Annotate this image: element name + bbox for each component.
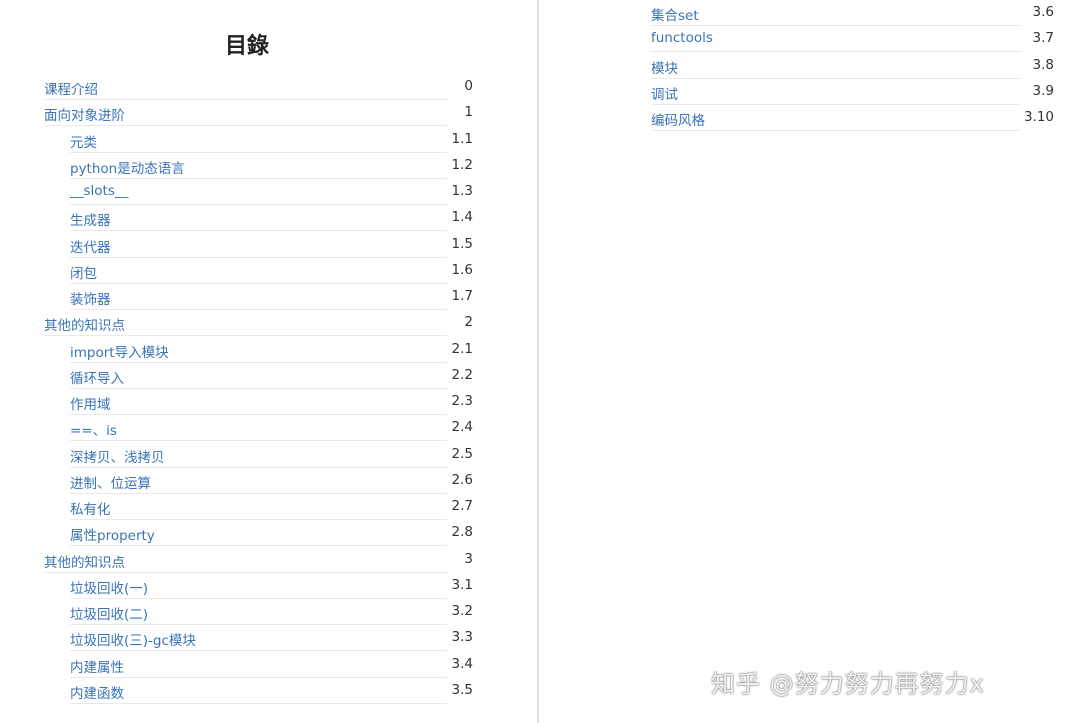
toc-entry[interactable]: __slots__ 1.3: [70, 179, 473, 205]
toc-entry-label[interactable]: 编码风格: [651, 109, 705, 129]
toc-entry-label[interactable]: 课程介绍: [44, 78, 98, 98]
toc-entry-number: 2.1: [451, 340, 473, 357]
toc-entry-label[interactable]: 元类: [70, 131, 97, 151]
toc-entry-label[interactable]: 循环导入: [70, 367, 124, 387]
toc-entry[interactable]: 迭代器 1.5: [70, 232, 473, 258]
toc-entry-label[interactable]: 垃圾回收(三)-gc模块: [70, 629, 196, 649]
toc-entry-number: 3.1: [451, 576, 473, 593]
toc-entry-number: 1.4: [451, 209, 473, 226]
toc-entry-label[interactable]: 内建属性: [70, 656, 124, 676]
toc-entry-number: 1.2: [451, 156, 473, 173]
toc-entry[interactable]: 其他的知识点 3: [44, 547, 473, 573]
toc-entry[interactable]: 课程介绍 0: [44, 74, 473, 100]
toc-page-right: 集合set 3.6 functools 3.7 模块 3.8 调试 3.9 编码风格 3.10: [539, 0, 1080, 723]
toc-entry-label[interactable]: __slots__: [70, 183, 128, 199]
toc-entry[interactable]: 内建属性 3.4: [70, 652, 473, 678]
toc-entry-label[interactable]: 生成器: [70, 209, 111, 229]
toc-entry-number: 3.9: [1032, 82, 1054, 99]
toc-entry-number: 3.7: [1032, 30, 1054, 47]
toc-entry[interactable]: 作用域 2.3: [70, 389, 473, 415]
toc-entry-label[interactable]: import导入模块: [70, 341, 169, 361]
toc-entry-label[interactable]: 作用域: [70, 393, 111, 413]
toc-entry[interactable]: 集合set 3.6: [651, 0, 1054, 26]
toc-entry-number: 1.3: [451, 183, 473, 199]
toc-entry-number: 2.6: [451, 471, 473, 488]
watermark: 知乎 @努力努力再努力x: [711, 670, 985, 698]
toc-entry-number: 1.6: [451, 261, 473, 278]
toc-entry-number: 2.4: [451, 419, 473, 436]
toc-entry-number: 3.8: [1032, 56, 1054, 73]
toc-entry[interactable]: 面向对象进阶 1: [44, 100, 473, 127]
toc-entry-label[interactable]: 装饰器: [70, 288, 111, 308]
toc-entry-number: 3.5: [451, 681, 473, 698]
toc-entry-number: 2: [464, 314, 473, 331]
toc-entry-number: 2.3: [451, 393, 473, 409]
toc-entry-rule: [651, 130, 1021, 131]
toc-entry[interactable]: 调试 3.9: [651, 79, 1054, 105]
toc-entry-label[interactable]: 调试: [651, 83, 678, 103]
toc-entry-number: 1: [464, 104, 473, 121]
toc-entry-label[interactable]: 面向对象进阶: [44, 104, 125, 124]
toc-entry-number: 2.2: [451, 366, 473, 383]
toc-entry-label[interactable]: 其他的知识点: [44, 551, 125, 571]
toc-entry[interactable]: 深拷贝、浅拷贝 2.5: [70, 442, 473, 468]
toc-entry-label[interactable]: 属性property: [70, 524, 155, 544]
toc-entry[interactable]: 内建函数 3.5: [70, 678, 473, 704]
toc-entry-number: 3: [464, 550, 473, 567]
toc-entry-label[interactable]: 垃圾回收(一): [70, 577, 148, 597]
toc-entry-number: 3.10: [1023, 109, 1054, 125]
toc-entry-number: 3.6: [1032, 4, 1054, 20]
toc-entry-number: 3.4: [451, 655, 473, 672]
toc-entry-number: 1.1: [451, 130, 473, 147]
toc-entry-label[interactable]: functools: [651, 30, 713, 46]
toc-entry[interactable]: ==、is 2.4: [70, 415, 473, 442]
toc-entry[interactable]: python是动态语言 1.2: [70, 153, 473, 179]
toc-entry-label[interactable]: 集合set: [651, 4, 699, 24]
toc-entry-number: 0: [464, 78, 473, 94]
toc-entry[interactable]: 循环导入 2.2: [70, 363, 473, 389]
toc-entry[interactable]: 编码风格 3.10: [651, 105, 1054, 131]
toc-entry-label[interactable]: 垃圾回收(二): [70, 603, 148, 623]
toc-entry[interactable]: 私有化 2.7: [70, 494, 473, 520]
toc-entry[interactable]: 其他的知识点 2: [44, 310, 473, 337]
toc-entry-label[interactable]: 其他的知识点: [44, 314, 125, 334]
toc-entry[interactable]: 装饰器 1.7: [70, 284, 473, 310]
toc-entry-number: 1.5: [451, 235, 473, 252]
toc-entry-number: 2.5: [451, 445, 473, 462]
toc-entry[interactable]: 模块 3.8: [651, 53, 1054, 79]
toc-entry[interactable]: 元类 1.1: [70, 127, 473, 153]
toc-entry-number: 1.7: [451, 288, 473, 304]
toc-entry[interactable]: 闭包 1.6: [70, 258, 473, 284]
toc-entry-label[interactable]: 进制、位运算: [70, 472, 151, 492]
toc-entry-label[interactable]: 深拷贝、浅拷贝: [70, 446, 165, 466]
toc-entry-label[interactable]: 迭代器: [70, 236, 111, 256]
toc-entry[interactable]: functools 3.7: [651, 26, 1054, 53]
toc-entry-number: 3.2: [451, 603, 473, 619]
toc-entry-label[interactable]: 私有化: [70, 498, 111, 518]
toc-entry[interactable]: 生成器 1.4: [70, 205, 473, 232]
toc-entry-label[interactable]: 内建函数: [70, 682, 124, 702]
toc-entry-number: 2.8: [451, 524, 473, 541]
toc-page-left: 目錄 课程介绍 0 面向对象进阶 1 元类 1.1 python是动态语言 1.2 __slot…: [0, 0, 537, 723]
toc-entry-label[interactable]: 模块: [651, 57, 678, 77]
toc-entry-number: 3.3: [451, 629, 473, 646]
toc-entry[interactable]: 垃圾回收(三)-gc模块 3.3: [70, 625, 473, 652]
toc-entry[interactable]: 垃圾回收(二) 3.2: [70, 599, 473, 625]
toc-entry-label[interactable]: python是动态语言: [70, 157, 185, 177]
toc-entry-label[interactable]: ==、is: [70, 419, 117, 439]
toc-entry-label[interactable]: 闭包: [70, 262, 97, 282]
toc-title: 目錄: [224, 34, 269, 59]
toc-entry[interactable]: 垃圾回收(一) 3.1: [70, 573, 473, 599]
toc-entry[interactable]: import导入模块 2.1: [70, 337, 473, 363]
toc-entry[interactable]: 进制、位运算 2.6: [70, 468, 473, 494]
toc-entry[interactable]: 属性property 2.8: [70, 520, 473, 547]
toc-entry-rule: [70, 702, 447, 704]
toc-entry-number: 2.7: [451, 498, 473, 514]
